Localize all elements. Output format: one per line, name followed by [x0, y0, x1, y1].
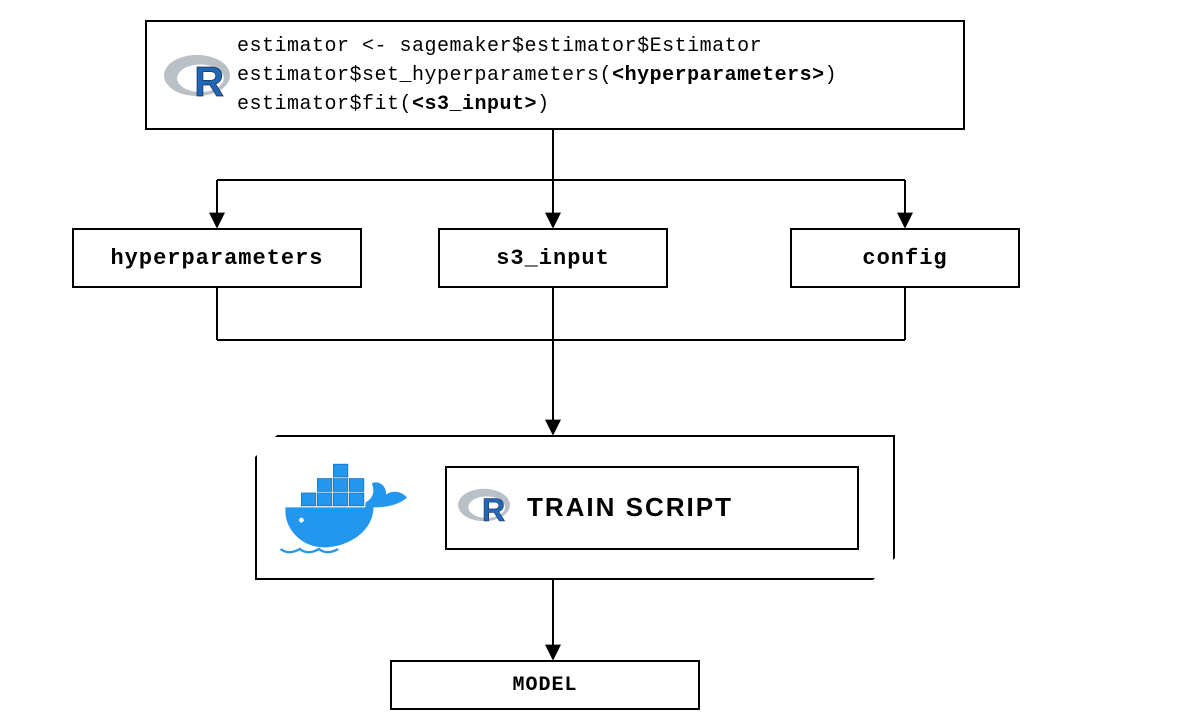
- docker-whale-icon: [271, 445, 431, 570]
- diagram-canvas: R estimator <- sagemaker$estimator$Estim…: [0, 0, 1180, 720]
- estimator-code-box: R estimator <- sagemaker$estimator$Estim…: [145, 20, 965, 130]
- s3-input-label: s3_input: [496, 246, 610, 271]
- hyperparameters-box: hyperparameters: [72, 228, 362, 288]
- code-line-2c: ): [825, 64, 838, 87]
- code-line-2a: estimator$set_hyperparameters(: [237, 64, 612, 87]
- config-label: config: [862, 246, 947, 271]
- s3-input-box: s3_input: [438, 228, 668, 288]
- train-script-label: TRAIN SCRIPT: [527, 492, 733, 523]
- config-box: config: [790, 228, 1020, 288]
- train-script-box: R TRAIN SCRIPT: [445, 466, 859, 550]
- model-box: MODEL: [390, 660, 700, 710]
- r-logo-small-icon: R: [457, 483, 511, 532]
- code-snippet: estimator <- sagemaker$estimator$Estimat…: [237, 32, 837, 119]
- model-label: MODEL: [512, 674, 577, 697]
- code-line-3-arg: <s3_input>: [412, 93, 537, 116]
- docker-container-box: R TRAIN SCRIPT: [255, 435, 895, 580]
- svg-text:R: R: [482, 492, 505, 527]
- code-line-3c: ): [537, 93, 550, 116]
- code-line-3a: estimator$fit(: [237, 93, 412, 116]
- hyperparameters-label: hyperparameters: [110, 246, 323, 271]
- r-logo-icon: R: [157, 48, 237, 103]
- code-line-1: estimator <- sagemaker$estimator$Estimat…: [237, 35, 762, 58]
- svg-text:R: R: [194, 59, 224, 103]
- code-line-2-arg: <hyperparameters>: [612, 64, 825, 87]
